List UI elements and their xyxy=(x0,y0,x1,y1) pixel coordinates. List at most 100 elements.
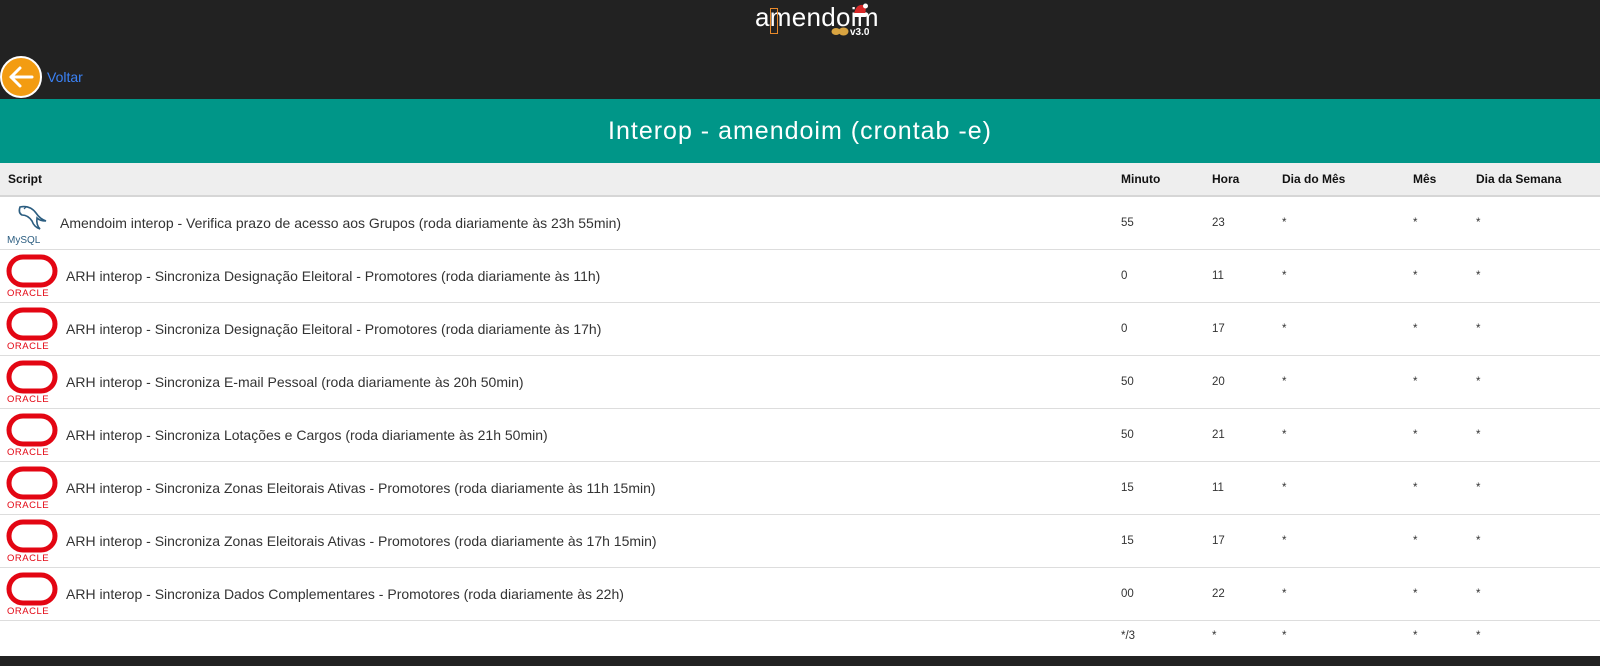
oracle-icon: ORACLE xyxy=(6,359,60,405)
oracle-logo-text: ORACLE xyxy=(7,394,49,404)
hora-cell: 11 xyxy=(1204,461,1274,515)
script-cell xyxy=(0,621,1113,652)
table-row: ORACLE ARH interop - Sincroniza Dados Co… xyxy=(0,567,1600,621)
minuto-cell: */3 xyxy=(1121,630,1136,642)
mes-cell: * xyxy=(1405,302,1468,356)
oracle-icon: ORACLE xyxy=(6,253,60,299)
table-row: ORACLE ARH interop - Sincroniza Designaç… xyxy=(0,249,1600,303)
hora-cell: 20 xyxy=(1204,355,1274,409)
script-name: ARH interop - Sincroniza Designação Elei… xyxy=(66,268,601,284)
table-row: ORACLE ARH interop - Sincroniza Lotações… xyxy=(0,408,1600,462)
dia-mes-cell: * xyxy=(1274,196,1405,250)
column-header-dia-mes: Dia do Mês xyxy=(1274,163,1405,197)
dia-semana-cell: * xyxy=(1468,567,1600,621)
mes-cell: * xyxy=(1405,355,1468,409)
script-cell: ORACLE ARH interop - Sincroniza Designaç… xyxy=(0,302,1113,356)
minuto-cell: 0 xyxy=(1113,302,1204,356)
minuto-cell: 55 xyxy=(1113,196,1204,250)
script-name: ARH interop - Sincroniza Zonas Eleitorai… xyxy=(66,533,657,549)
mysql-icon: MySQL xyxy=(6,200,60,246)
dia-semana-cell: * xyxy=(1468,355,1600,409)
minuto-cell: 15 xyxy=(1113,514,1204,568)
hora-cell: 11 xyxy=(1204,249,1274,303)
script-cell: MySQL Amendoim interop - Verifica prazo … xyxy=(0,196,1113,250)
dia-mes-cell: * xyxy=(1274,408,1405,462)
oracle-logo-text: ORACLE xyxy=(7,288,49,298)
dia-mes-cell: * xyxy=(1274,355,1405,409)
dia-mes-cell: * xyxy=(1274,249,1405,303)
hora-cell: 22 xyxy=(1204,567,1274,621)
script-name: ARH interop - Sincroniza E-mail Pessoal … xyxy=(66,374,524,390)
script-cell: ORACLE ARH interop - Sincroniza Designaç… xyxy=(0,249,1113,303)
minuto-cell: 15 xyxy=(1113,461,1204,515)
top-bar: amendoim v3.0 Voltar xyxy=(0,0,1600,99)
dia-semana-cell: * xyxy=(1468,249,1600,303)
dia-mes-cell: * xyxy=(1274,302,1405,356)
peanut-icon xyxy=(831,27,849,36)
oracle-logo-text: ORACLE xyxy=(7,447,49,457)
column-header-mes: Mês xyxy=(1405,163,1468,197)
table-row: ORACLE ARH interop - Sincroniza Zonas El… xyxy=(0,514,1600,568)
minuto-cell: 00 xyxy=(1113,567,1204,621)
bottom-bar xyxy=(0,656,1600,666)
dia-mes-cell: * xyxy=(1274,461,1405,515)
dia-mes-cell: * xyxy=(1274,567,1405,621)
dia-semana-cell: * xyxy=(1468,461,1600,515)
script-cell: ORACLE ARH interop - Sincroniza E-mail P… xyxy=(0,355,1113,409)
hora-cell: 23 xyxy=(1204,196,1274,250)
dia-semana-cell: * xyxy=(1468,408,1600,462)
dia-semana-cell: * xyxy=(1468,196,1600,250)
mes-cell: * xyxy=(1405,461,1468,515)
dia-semana-cell: * xyxy=(1468,514,1600,568)
mes-cell: * xyxy=(1405,196,1468,250)
column-header-script: Script xyxy=(0,163,1113,197)
oracle-icon: ORACLE xyxy=(6,571,60,617)
oracle-icon: ORACLE xyxy=(6,518,60,564)
oracle-logo-text: ORACLE xyxy=(7,606,49,616)
mes-cell: * xyxy=(1413,630,1418,642)
mes-cell: * xyxy=(1405,249,1468,303)
minuto-cell: 50 xyxy=(1113,355,1204,409)
back-link[interactable]: Voltar xyxy=(0,56,83,98)
script-cell: ORACLE ARH interop - Sincroniza Zonas El… xyxy=(0,514,1113,568)
dia-semana-cell: * xyxy=(1468,302,1600,356)
mes-cell: * xyxy=(1405,514,1468,568)
logo-cursor-icon xyxy=(770,8,778,34)
crontab-table: Script Minuto Hora Dia do Mês Mês Dia da… xyxy=(0,163,1600,651)
script-name: ARH interop - Sincroniza Zonas Eleitorai… xyxy=(66,480,656,496)
minuto-cell: 50 xyxy=(1113,408,1204,462)
table-row: */3 * * * * xyxy=(0,621,1600,652)
dia-semana-cell: * xyxy=(1476,630,1481,642)
mysql-logo-text: MySQL xyxy=(7,235,41,245)
hora-cell: 17 xyxy=(1204,514,1274,568)
oracle-icon: ORACLE xyxy=(6,412,60,458)
dia-mes-cell: * xyxy=(1274,514,1405,568)
script-name: ARH interop - Sincroniza Lotações e Carg… xyxy=(66,427,548,443)
script-cell: ORACLE ARH interop - Sincroniza Lotações… xyxy=(0,408,1113,462)
hora-cell: 21 xyxy=(1204,408,1274,462)
mes-cell: * xyxy=(1405,408,1468,462)
back-arrow-icon[interactable] xyxy=(0,56,42,98)
table-row: ORACLE ARH interop - Sincroniza Designaç… xyxy=(0,302,1600,356)
table-row: ORACLE ARH interop - Sincroniza Zonas El… xyxy=(0,461,1600,515)
amendoim-logo[interactable]: amendoim v3.0 xyxy=(755,2,895,42)
script-cell: ORACLE ARH interop - Sincroniza Dados Co… xyxy=(0,567,1113,621)
script-name: ARH interop - Sincroniza Designação Elei… xyxy=(66,321,602,337)
column-header-hora: Hora xyxy=(1204,163,1274,197)
oracle-logo-text: ORACLE xyxy=(7,500,49,510)
page-title-bar: Interop - amendoim (crontab -e) xyxy=(0,99,1600,163)
logo-version: v3.0 xyxy=(850,27,870,38)
dia-mes-cell: * xyxy=(1282,630,1287,642)
column-header-dia-semana: Dia da Semana xyxy=(1468,163,1600,197)
script-name: Amendoim interop - Verifica prazo de ace… xyxy=(60,215,622,231)
table-row: MySQL Amendoim interop - Verifica prazo … xyxy=(0,196,1600,250)
santa-hat-icon xyxy=(853,3,868,17)
back-label[interactable]: Voltar xyxy=(47,69,83,85)
minuto-cell: 0 xyxy=(1113,249,1204,303)
hora-cell: 17 xyxy=(1204,302,1274,356)
oracle-icon: ORACLE xyxy=(6,465,60,511)
script-name: ARH interop - Sincroniza Dados Complemen… xyxy=(66,586,624,602)
oracle-logo-text: ORACLE xyxy=(7,341,49,351)
hora-cell: * xyxy=(1212,630,1217,642)
crontab-table-container: Script Minuto Hora Dia do Mês Mês Dia da… xyxy=(0,163,1600,656)
